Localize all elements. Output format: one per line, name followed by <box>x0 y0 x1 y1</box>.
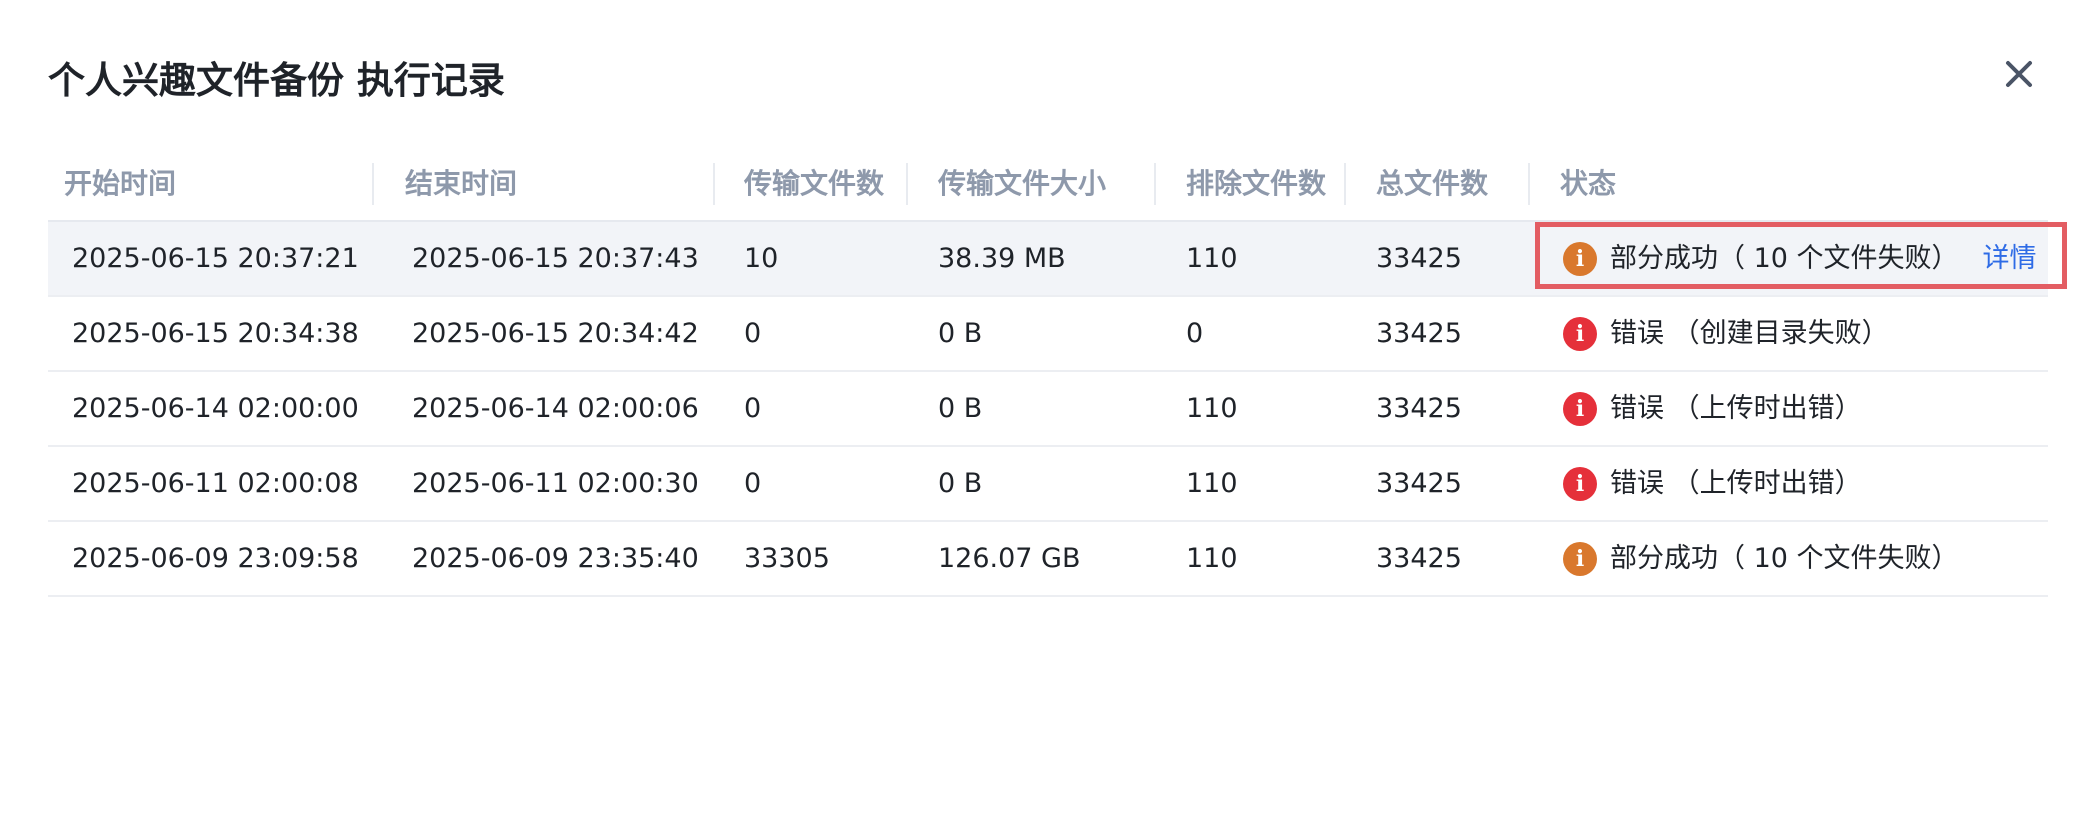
total-count-cell: 33425 <box>1376 468 1462 499</box>
transferred-size-cell: 0 B <box>938 393 983 424</box>
excluded-count-cell: 110 <box>1186 393 1238 424</box>
column-header-transferred-count[interactable]: 传输文件数 <box>744 148 884 220</box>
info-icon: i <box>1563 541 1597 576</box>
end-time-cell: 2025-06-14 02:00:06 <box>412 393 699 424</box>
status-cell: i 错误 （创建目录失败） <box>1563 297 1889 370</box>
transferred-size-cell: 126.07 GB <box>938 543 1081 574</box>
total-count-cell: 33425 <box>1376 543 1462 574</box>
column-separator <box>1344 163 1346 205</box>
start-time-cell: 2025-06-15 20:37:21 <box>72 243 359 274</box>
table-header: 开始时间 结束时间 传输文件数 传输文件大小 排除文件数 总文件数 状态 <box>48 148 2048 222</box>
column-header-excluded-count[interactable]: 排除文件数 <box>1186 148 1326 220</box>
transferred-count-cell: 33305 <box>744 543 830 574</box>
error-icon: i <box>1563 466 1597 501</box>
status-text: 错误 （上传时出错） <box>1610 468 1862 499</box>
table-row[interactable]: 2025-06-15 20:37:21 2025-06-15 20:37:43 … <box>48 222 2048 297</box>
column-header-status[interactable]: 状态 <box>1560 148 1616 220</box>
status-cell: i 错误 （上传时出错） <box>1563 372 1862 445</box>
column-separator <box>372 163 374 205</box>
column-header-transferred-size[interactable]: 传输文件大小 <box>938 148 1106 220</box>
table-row[interactable]: 2025-06-09 23:09:58 2025-06-09 23:35:40 … <box>48 522 2048 597</box>
status-text: 错误 （创建目录失败） <box>1610 318 1889 349</box>
status-text: 错误 （上传时出错） <box>1610 393 1862 424</box>
column-separator <box>713 163 715 205</box>
end-time-cell: 2025-06-09 23:35:40 <box>412 543 699 574</box>
end-time-cell: 2025-06-15 20:34:42 <box>412 318 699 349</box>
status-text: 部分成功（ 10 个文件失败） <box>1610 243 1959 274</box>
transferred-size-cell: 38.39 MB <box>938 243 1066 274</box>
detail-link[interactable]: 详情 <box>1983 222 2037 295</box>
close-icon[interactable] <box>2002 57 2036 91</box>
execution-log-dialog: 个人兴趣文件备份 执行记录 开始时间 结束时间 传输文件数 传输文件大小 排除文… <box>0 0 2092 828</box>
table-row[interactable]: 2025-06-11 02:00:08 2025-06-11 02:00:30 … <box>48 447 2048 522</box>
start-time-cell: 2025-06-09 23:09:58 <box>72 543 359 574</box>
execution-record-table: 开始时间 结束时间 传输文件数 传输文件大小 排除文件数 总文件数 状态 202… <box>48 148 2048 597</box>
transferred-size-cell: 0 B <box>938 318 983 349</box>
column-header-total-count[interactable]: 总文件数 <box>1376 148 1488 220</box>
end-time-cell: 2025-06-11 02:00:30 <box>412 468 699 499</box>
start-time-cell: 2025-06-14 02:00:00 <box>72 393 359 424</box>
transferred-count-cell: 0 <box>744 393 762 424</box>
table-body: 2025-06-15 20:37:21 2025-06-15 20:37:43 … <box>48 222 2048 597</box>
total-count-cell: 33425 <box>1376 393 1462 424</box>
status-cell: i 错误 （上传时出错） <box>1563 447 1862 520</box>
column-separator <box>1154 163 1156 205</box>
excluded-count-cell: 110 <box>1186 243 1238 274</box>
status-cell: i 部分成功（ 10 个文件失败） <box>1563 522 1959 595</box>
column-separator <box>1528 163 1530 205</box>
start-time-cell: 2025-06-15 20:34:38 <box>72 318 359 349</box>
table-row[interactable]: 2025-06-14 02:00:00 2025-06-14 02:00:06 … <box>48 372 2048 447</box>
excluded-count-cell: 110 <box>1186 468 1238 499</box>
error-icon: i <box>1563 316 1597 351</box>
column-separator <box>906 163 908 205</box>
error-icon: i <box>1563 391 1597 426</box>
start-time-cell: 2025-06-11 02:00:08 <box>72 468 359 499</box>
dialog-title: 个人兴趣文件备份 执行记录 <box>48 59 505 102</box>
info-icon: i <box>1563 241 1597 276</box>
transferred-count-cell: 0 <box>744 468 762 499</box>
transferred-size-cell: 0 B <box>938 468 983 499</box>
status-cell: i 部分成功（ 10 个文件失败） 详情 <box>1563 222 2037 295</box>
excluded-count-cell: 0 <box>1186 318 1204 349</box>
column-header-start-time[interactable]: 开始时间 <box>64 148 176 220</box>
end-time-cell: 2025-06-15 20:37:43 <box>412 243 699 274</box>
total-count-cell: 33425 <box>1376 318 1462 349</box>
table-row[interactable]: 2025-06-15 20:34:38 2025-06-15 20:34:42 … <box>48 297 2048 372</box>
excluded-count-cell: 110 <box>1186 543 1238 574</box>
total-count-cell: 33425 <box>1376 243 1462 274</box>
status-text: 部分成功（ 10 个文件失败） <box>1610 543 1959 574</box>
column-header-end-time[interactable]: 结束时间 <box>405 148 517 220</box>
transferred-count-cell: 10 <box>744 243 779 274</box>
transferred-count-cell: 0 <box>744 318 762 349</box>
